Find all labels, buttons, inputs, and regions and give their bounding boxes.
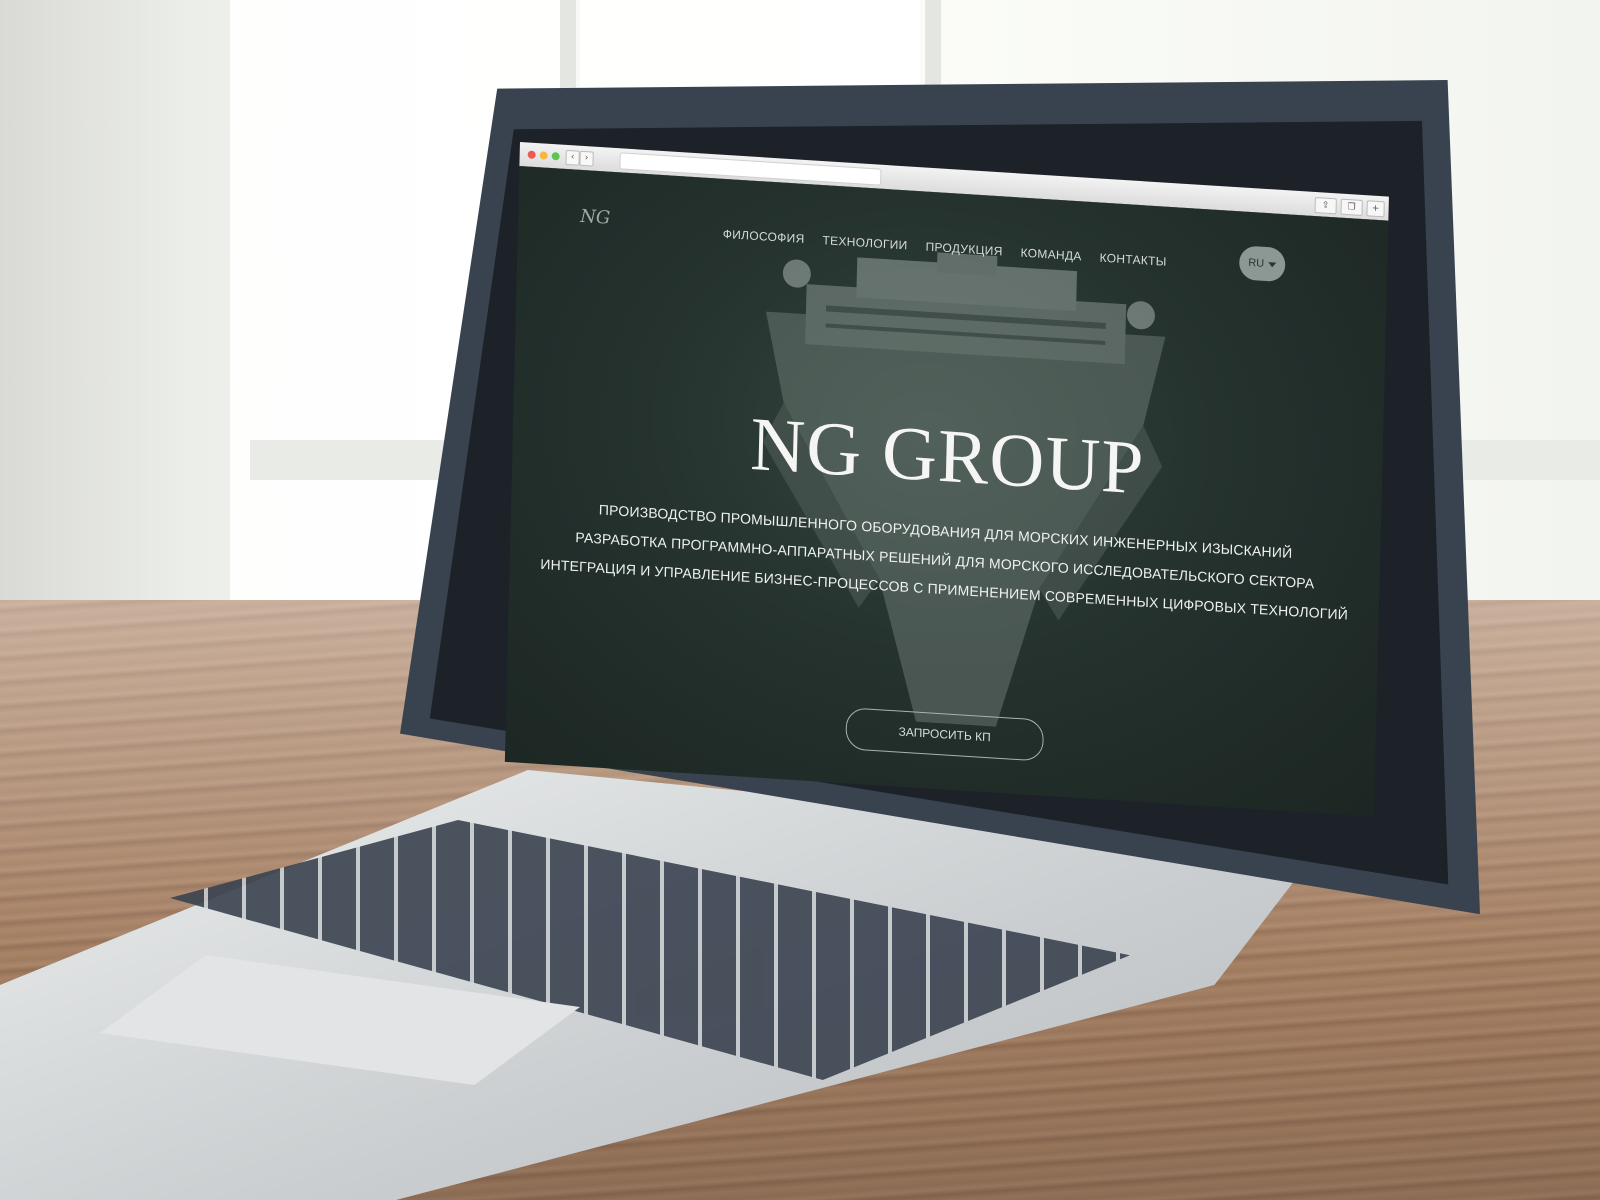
maximize-window-button[interactable] (551, 152, 560, 161)
close-window-button[interactable] (527, 150, 536, 160)
caret-down-icon (1268, 261, 1277, 268)
website-hero: NG ФИЛОСОФИЯ ТЕХНОЛОГИИ ПРОДУКЦИЯ КОМАНД… (504, 165, 1389, 817)
nav-item-philosophy[interactable]: ФИЛОСОФИЯ (723, 227, 805, 246)
laptop-screen: ‹ › ⇪ ❐ + NG ФИЛОСОФИЯ ТЕХНОЛОГИИ ПРОДУК… (504, 142, 1389, 817)
share-icon[interactable]: ⇪ (1314, 197, 1337, 215)
language-label: RU (1248, 256, 1265, 270)
language-selector[interactable]: RU (1238, 245, 1286, 283)
back-button[interactable]: ‹ (565, 149, 580, 166)
tabs-icon[interactable]: ❐ (1340, 198, 1363, 217)
minimize-window-button[interactable] (539, 151, 548, 160)
logo[interactable]: NG (580, 206, 615, 238)
new-tab-button[interactable]: + (1366, 200, 1385, 218)
forward-button[interactable]: › (579, 150, 594, 167)
